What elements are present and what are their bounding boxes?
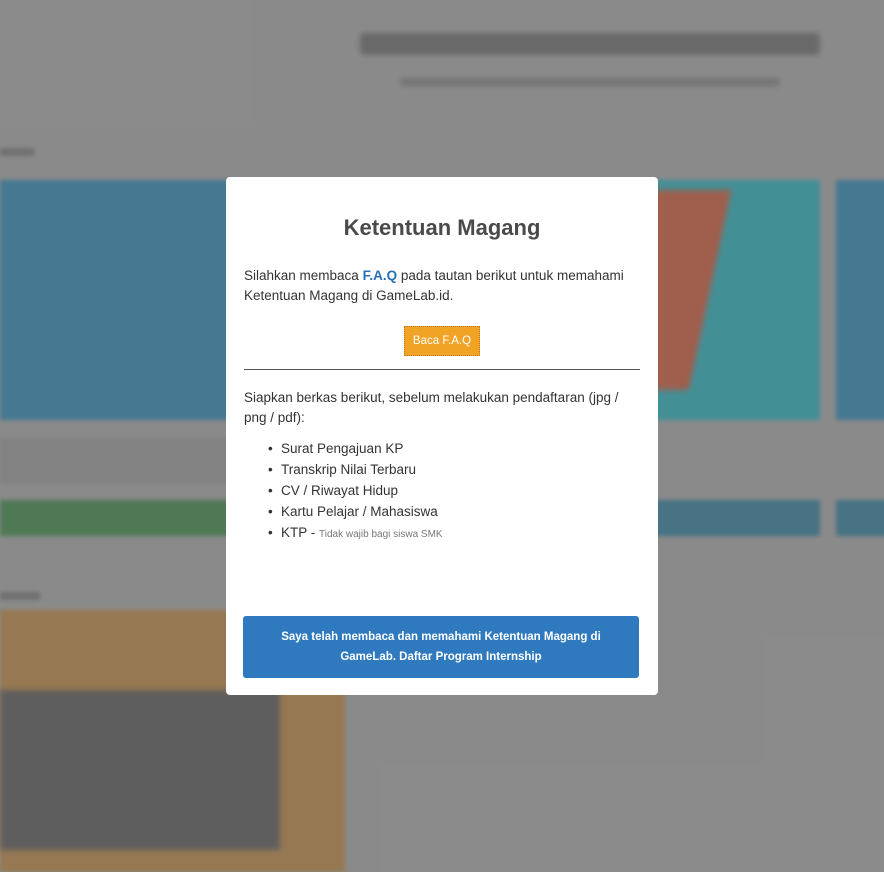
requirement-label: Kartu Pelajar / Mahasiswa: [281, 504, 438, 519]
intro-text-start: Silahkan membaca: [244, 268, 363, 283]
bullet: •: [268, 483, 273, 498]
modal-title: Ketentuan Magang: [343, 215, 541, 240]
list-item: • Kartu Pelajar / Mahasiswa: [268, 501, 640, 522]
internship-terms-modal: Ketentuan Magang Silahkan membaca F.A.Q …: [226, 177, 658, 695]
bullet: •: [268, 441, 273, 456]
requirement-label: CV / Riwayat Hidup: [281, 483, 399, 498]
intro-text: Silahkan membaca F.A.Q pada tautan berik…: [244, 266, 640, 306]
bullet: •: [268, 525, 273, 540]
requirements-list: • Surat Pengajuan KP • Transkrip Nilai Ter…: [244, 438, 640, 545]
requirement-label: KTP -: [281, 525, 320, 540]
faq-link[interactable]: F.A.Q: [363, 268, 398, 283]
register-internship-button[interactable]: Saya telah membaca dan memahami Ketentua…: [243, 616, 639, 678]
bullet: •: [268, 504, 273, 519]
faq-button-row: Baca F.A.Q: [244, 326, 640, 356]
read-faq-button[interactable]: Baca F.A.Q: [403, 326, 481, 356]
prepare-documents-text: Siapkan berkas berikut, sebelum melakuka…: [244, 390, 619, 425]
requirement-label: Transkrip Nilai Terbaru: [281, 462, 417, 477]
list-item: • Surat Pengajuan KP: [268, 438, 640, 459]
requirement-label: Surat Pengajuan KP: [281, 441, 404, 456]
list-item: • KTP - Tidak wajib bagi siswa SMK: [268, 522, 640, 545]
divider: [244, 369, 640, 370]
list-item: • CV / Riwayat Hidup: [268, 480, 640, 501]
list-item: • Transkrip Nilai Terbaru: [268, 459, 640, 480]
bullet: •: [268, 462, 273, 477]
requirement-note: Tidak wajib bagi siswa SMK: [319, 529, 443, 540]
